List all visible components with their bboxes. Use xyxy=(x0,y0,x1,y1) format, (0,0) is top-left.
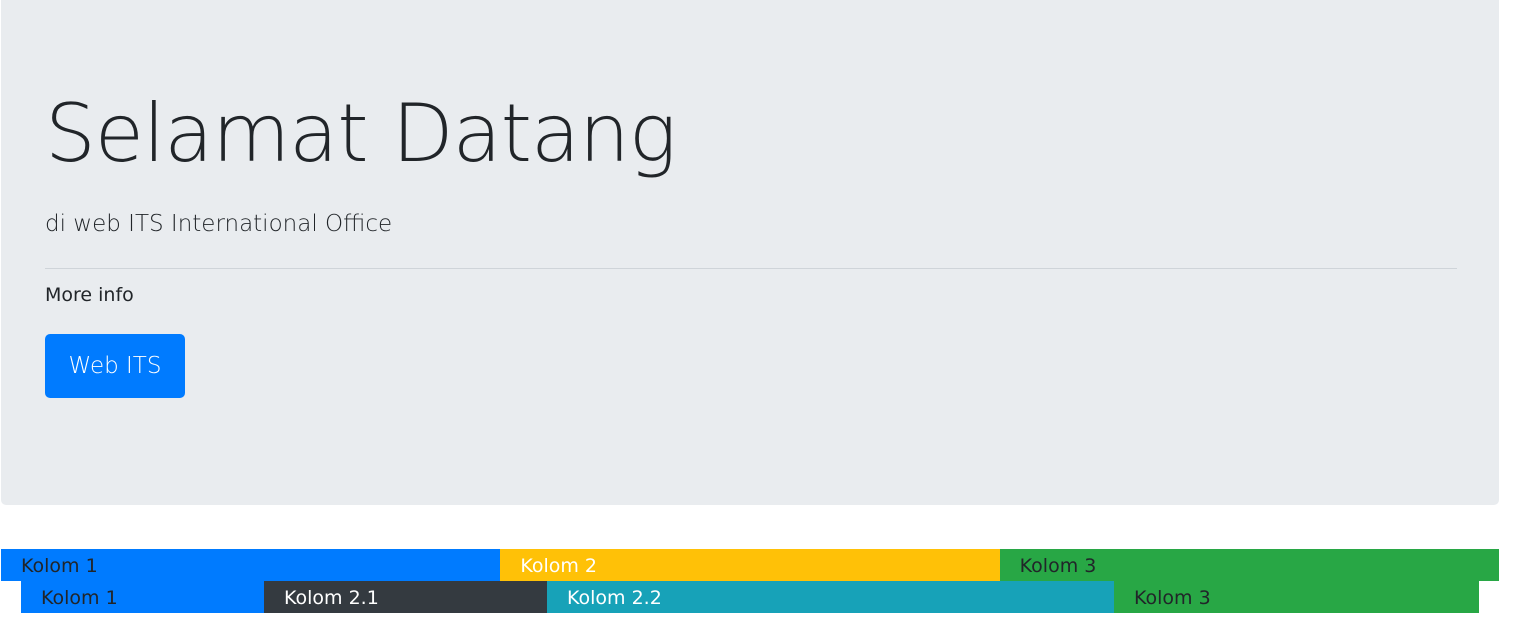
jumbotron: Selamat Datang di web ITS International … xyxy=(1,0,1499,505)
web-its-button[interactable]: Web ITS xyxy=(45,334,185,398)
column-2: Kolom 2 xyxy=(500,549,1000,581)
column-2-1: Kolom 2.1 xyxy=(264,581,547,613)
column-3: Kolom 3 xyxy=(999,549,1499,581)
page-title: Selamat Datang xyxy=(45,87,677,180)
column-1: Kolom 1 xyxy=(1,549,501,581)
column-1: Kolom 1 xyxy=(21,581,264,613)
grid-row-2: Kolom 1 Kolom 2.1 Kolom 2.2 Kolom 3 xyxy=(21,581,1479,613)
column-2-2: Kolom 2.2 xyxy=(547,581,1114,613)
column-3: Kolom 3 xyxy=(1114,581,1479,613)
divider xyxy=(45,268,1457,269)
more-info-text: More info xyxy=(45,284,134,306)
lead-text: di web ITS International Office xyxy=(45,211,393,237)
grid-row-1: Kolom 1 Kolom 2 Kolom 3 xyxy=(1,549,1499,581)
